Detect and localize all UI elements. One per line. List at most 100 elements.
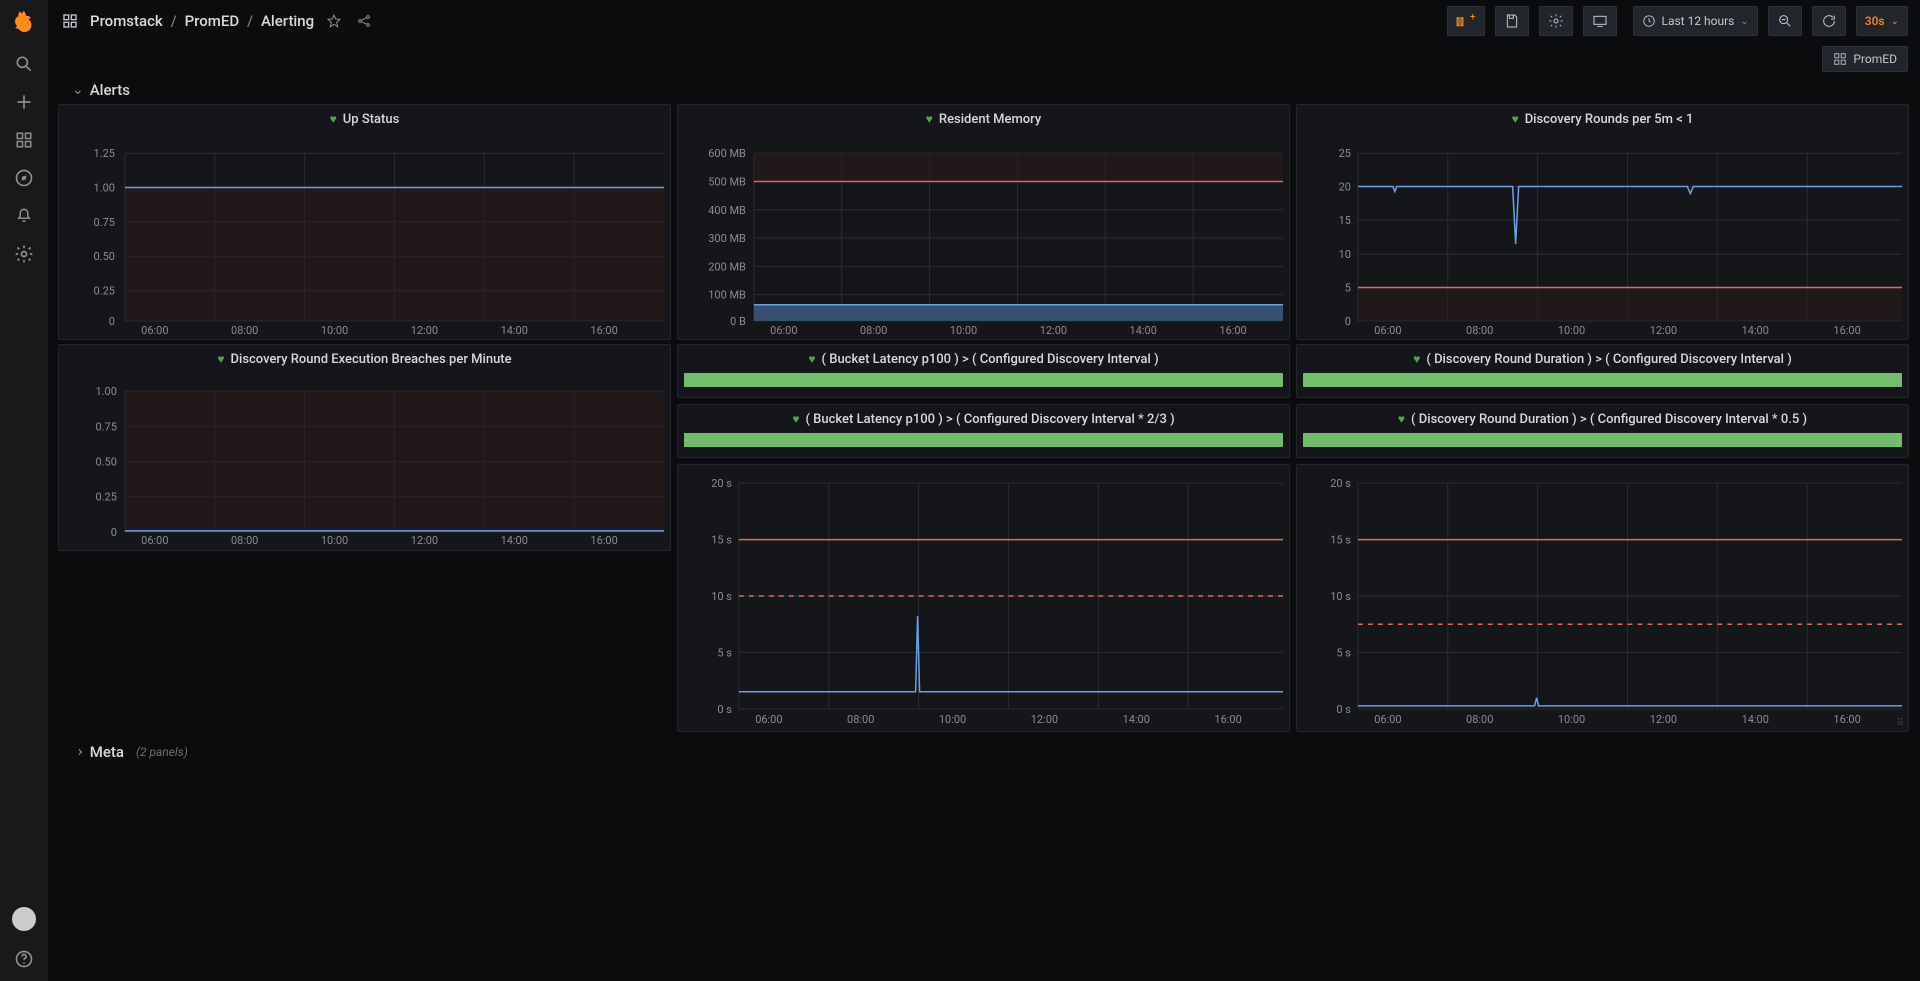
svg-text:10:00: 10:00 xyxy=(1558,324,1585,335)
heart-icon: ♥ xyxy=(217,352,224,366)
svg-text:06:00: 06:00 xyxy=(141,534,168,546)
add-panel-button[interactable]: ⫾⫾+ xyxy=(1447,6,1484,36)
heart-icon: ♥ xyxy=(792,412,799,426)
svg-text:0.50: 0.50 xyxy=(96,455,117,468)
svg-text:0: 0 xyxy=(111,526,117,539)
svg-text:5 s: 5 s xyxy=(1336,646,1351,659)
svg-text:100 MB: 100 MB xyxy=(708,289,746,302)
svg-text:600 MB: 600 MB xyxy=(708,147,746,160)
svg-text:0: 0 xyxy=(1345,315,1351,328)
svg-text:10:00: 10:00 xyxy=(939,713,966,726)
alerting-icon[interactable] xyxy=(14,206,34,226)
svg-text:15: 15 xyxy=(1339,214,1351,227)
svg-text:200 MB: 200 MB xyxy=(708,260,746,273)
breadcrumb-folder[interactable]: Promstack xyxy=(90,12,163,30)
breadcrumb-page[interactable]: Alerting xyxy=(261,12,314,30)
svg-text:16:00: 16:00 xyxy=(590,324,617,335)
svg-text:12:00: 12:00 xyxy=(411,534,438,546)
svg-text:10:00: 10:00 xyxy=(950,324,977,335)
svg-text:0.25: 0.25 xyxy=(96,491,117,504)
heart-icon: ♥ xyxy=(1398,412,1405,426)
refresh-interval-label: 30s xyxy=(1865,14,1885,28)
svg-text:0 B: 0 B xyxy=(730,315,746,328)
svg-text:1.25: 1.25 xyxy=(94,147,115,160)
grafana-logo-icon[interactable] xyxy=(10,8,38,36)
resize-handle-icon[interactable]: ⠿ xyxy=(1897,718,1904,729)
alert-state-bar xyxy=(1303,433,1902,447)
svg-text:12:00: 12:00 xyxy=(1031,713,1058,726)
alert-state-bar xyxy=(1303,373,1902,387)
svg-text:400 MB: 400 MB xyxy=(708,204,746,217)
svg-text:1.00: 1.00 xyxy=(94,182,115,195)
svg-text:08:00: 08:00 xyxy=(1466,324,1493,335)
svg-text:300 MB: 300 MB xyxy=(708,232,746,245)
svg-text:10 s: 10 s xyxy=(1330,590,1351,603)
panel-up-status[interactable]: ♥Up Status xyxy=(58,104,671,340)
heart-icon: ♥ xyxy=(330,112,337,126)
panel-bucket-p100-23[interactable]: ♥( Bucket Latency p100 ) > ( Configured … xyxy=(677,404,1290,458)
help-icon[interactable] xyxy=(14,949,34,969)
panel-drd-ci-05[interactable]: ♥( Discovery Round Duration ) > ( Config… xyxy=(1296,404,1909,458)
svg-text:500 MB: 500 MB xyxy=(708,175,746,188)
breadcrumb-sub[interactable]: PromED xyxy=(185,12,240,30)
svg-text:08:00: 08:00 xyxy=(231,324,258,335)
svg-text:12:00: 12:00 xyxy=(1650,713,1677,726)
panel-discovery-rounds[interactable]: ♥Discovery Rounds per 5m < 1 xyxy=(1296,104,1909,340)
panel-breaches[interactable]: ♥Discovery Round Execution Breaches per … xyxy=(58,344,671,551)
svg-text:14:00: 14:00 xyxy=(501,324,528,335)
svg-text:16:00: 16:00 xyxy=(1214,713,1241,726)
svg-text:0 s: 0 s xyxy=(717,703,732,716)
svg-text:06:00: 06:00 xyxy=(770,324,797,335)
svg-text:20 s: 20 s xyxy=(1330,477,1351,490)
svg-text:12:00: 12:00 xyxy=(1650,324,1677,335)
breadcrumb[interactable]: Promstack / PromED / Alerting xyxy=(90,12,314,30)
panel-bucket-p100[interactable]: ♥( Bucket Latency p100 ) > ( Configured … xyxy=(677,344,1290,398)
refresh-interval-picker[interactable]: 30s⌄ xyxy=(1856,6,1908,36)
dashboards-icon[interactable] xyxy=(14,130,34,150)
svg-text:14:00: 14:00 xyxy=(1123,713,1150,726)
plus-icon[interactable] xyxy=(14,92,34,112)
home-dashboards-icon[interactable] xyxy=(60,11,80,31)
config-gear-icon[interactable] xyxy=(14,244,34,264)
user-avatar[interactable] xyxy=(12,907,36,931)
tv-mode-button[interactable] xyxy=(1583,6,1617,36)
star-icon[interactable] xyxy=(324,11,344,31)
heart-icon: ♥ xyxy=(808,352,815,366)
row-alerts-header[interactable]: ⌄ Alerts xyxy=(58,76,1910,104)
svg-text:06:00: 06:00 xyxy=(141,324,168,335)
svg-text:5 s: 5 s xyxy=(717,646,732,659)
heart-icon: ♥ xyxy=(1512,112,1519,126)
svg-text:0.25: 0.25 xyxy=(94,285,115,298)
svg-text:0 s: 0 s xyxy=(1336,703,1351,716)
svg-text:1.00: 1.00 xyxy=(96,385,117,398)
settings-button[interactable] xyxy=(1539,6,1573,36)
time-range-picker[interactable]: Last 12 hours ⌄ xyxy=(1633,6,1758,36)
svg-text:14:00: 14:00 xyxy=(1742,713,1769,726)
link-promed[interactable]: PromED xyxy=(1822,46,1908,72)
svg-text:08:00: 08:00 xyxy=(860,324,887,335)
svg-text:08:00: 08:00 xyxy=(847,713,874,726)
svg-text:10: 10 xyxy=(1339,248,1351,261)
heart-icon: ♥ xyxy=(926,112,933,126)
svg-text:14:00: 14:00 xyxy=(1130,324,1157,335)
save-button[interactable] xyxy=(1495,6,1529,36)
svg-text:20: 20 xyxy=(1339,181,1351,194)
explore-icon[interactable] xyxy=(14,168,34,188)
svg-text:14:00: 14:00 xyxy=(1742,324,1769,335)
dashboard-links: PromED xyxy=(48,42,1920,76)
left-sidebar xyxy=(0,0,48,981)
search-icon[interactable] xyxy=(14,54,34,74)
panel-resident-memory[interactable]: ♥Resident Memory xyxy=(677,104,1290,340)
alert-state-bar xyxy=(684,373,1283,387)
svg-text:12:00: 12:00 xyxy=(411,324,438,335)
panel-drd-chart[interactable]: 20 s 15 s 10 s 5 s 0 s 06:00 08:00 10:00… xyxy=(1296,464,1909,732)
panel-drd-ci[interactable]: ♥( Discovery Round Duration ) > ( Config… xyxy=(1296,344,1909,398)
panel-bucket-latency-chart[interactable]: 20 s 15 s 10 s 5 s 0 s 06:00 08:00 10:00… xyxy=(677,464,1290,732)
share-icon[interactable] xyxy=(354,11,374,31)
svg-text:10:00: 10:00 xyxy=(321,534,348,546)
zoom-out-button[interactable] xyxy=(1768,6,1802,36)
row-meta-header[interactable]: ⌄ Meta (2 panels) xyxy=(58,738,1910,766)
svg-text:06:00: 06:00 xyxy=(1374,324,1401,335)
refresh-button[interactable] xyxy=(1812,6,1846,36)
svg-text:5: 5 xyxy=(1345,282,1351,295)
